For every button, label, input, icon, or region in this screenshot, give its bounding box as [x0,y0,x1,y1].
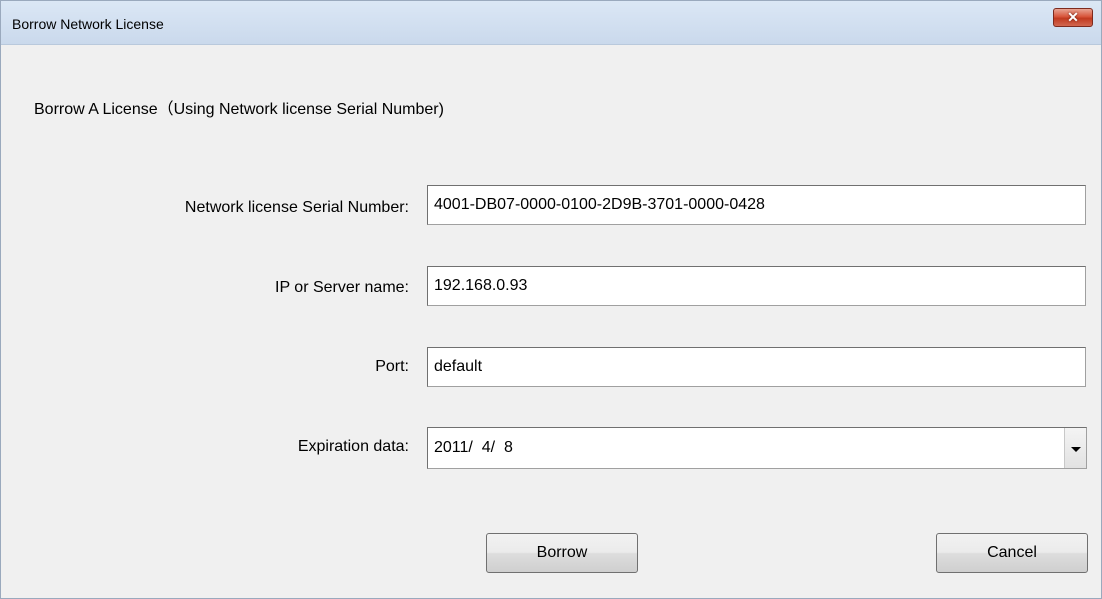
close-button[interactable]: ✕ [1053,8,1093,27]
port-input[interactable] [427,347,1086,387]
expiration-date-value: 2011/ 4/ 8 [434,439,513,456]
cancel-button[interactable]: Cancel [936,533,1088,573]
expiration-date-dropdown-button[interactable] [1064,428,1086,468]
port-label: Port: [375,358,409,375]
borrow-network-license-dialog: Borrow Network License ✕ Borrow A Licens… [0,0,1102,599]
borrow-button[interactable]: Borrow [486,533,638,573]
window-title: Borrow Network License [12,16,164,32]
chevron-down-icon [1071,447,1081,452]
close-icon: ✕ [1067,9,1079,25]
server-name-label: IP or Server name: [275,279,409,296]
title-bar[interactable]: Borrow Network License ✕ [1,1,1101,45]
serial-number-input[interactable] [427,185,1086,225]
serial-number-label: Network license Serial Number: [184,199,409,216]
dialog-heading: Borrow A License（Using Network license S… [34,101,444,118]
server-name-input[interactable] [427,266,1086,306]
expiration-date-picker[interactable]: 2011/ 4/ 8 [427,427,1087,469]
expiration-date-label: Expiration data: [297,438,409,455]
